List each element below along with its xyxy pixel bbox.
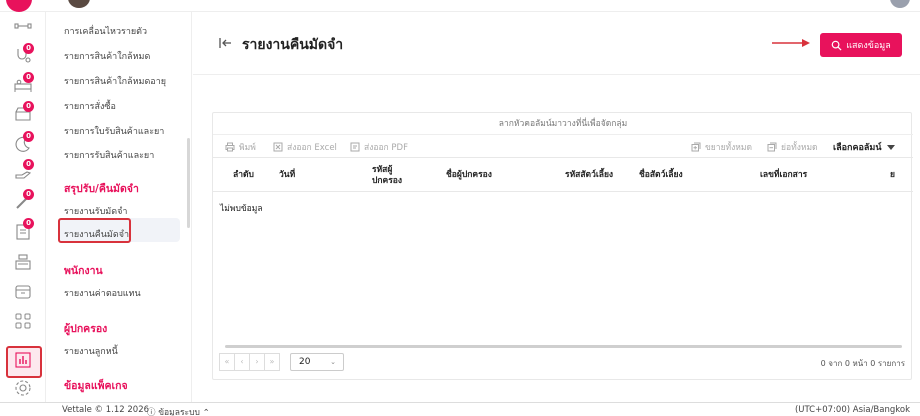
excel-icon: [273, 142, 283, 152]
last-page-button[interactable]: »: [264, 353, 280, 371]
notification-badge: 0: [23, 43, 34, 54]
export-pdf-button[interactable]: ส่งออก PDF: [350, 140, 408, 154]
col-owner-name[interactable]: ชื่อผู้ปกครอง: [446, 158, 546, 193]
menu-item[interactable]: รายการสินค้าใกล้หมด: [64, 49, 150, 63]
print-label: พิมพ์: [239, 143, 256, 153]
prev-page-button[interactable]: ‹: [234, 353, 250, 371]
grid-icon[interactable]: [13, 311, 33, 331]
column-chooser-label: เลือกคอลัมน์: [833, 143, 882, 153]
notification-badge: 0: [23, 159, 34, 170]
pager-buttons: « ‹ › »: [219, 353, 280, 371]
col-date[interactable]: วันที่: [279, 158, 339, 193]
annotation-arrow-icon: [772, 39, 810, 47]
menu-section-title: พนักงาน: [64, 265, 103, 277]
dumbbell-icon[interactable]: [13, 16, 33, 36]
show-data-label: แสดงข้อมูล: [846, 41, 891, 51]
menu-item[interactable]: รายการสินค้าใกล้หมดอายุ: [64, 74, 166, 88]
notification-badge: 0: [23, 101, 34, 112]
expand-all-label: ขยายทั้งหมด: [705, 143, 753, 153]
chart-icon[interactable]: [13, 350, 33, 370]
menu-item[interactable]: รายการรับสินค้าและยา: [64, 148, 154, 162]
col-pet-name[interactable]: ชื่อสัตว์เลี้ยง: [639, 158, 729, 193]
menu-section-title: ข้อมูลแพ็คเกจ: [64, 380, 128, 392]
vettale-heart-logo[interactable]: [6, 0, 32, 12]
expand-icon: [691, 142, 701, 152]
menu-item[interactable]: รายงานรับมัดจำ: [64, 204, 127, 218]
menu-item[interactable]: การเคลื่อนไหวรายตัว: [64, 24, 147, 38]
horizontal-scrollbar[interactable]: [225, 345, 902, 348]
export-pdf-label: ส่งออก PDF: [364, 143, 408, 153]
menu-item[interactable]: รายงานลูกหนี้: [64, 344, 118, 358]
collapse-all-button[interactable]: ย่อทั้งหมด: [767, 140, 818, 154]
collapse-icon: [767, 142, 777, 152]
report-menu: การเคลื่อนไหวรายตัวรายการสินค้าใกล้หมดรา…: [46, 12, 192, 402]
printer-icon: [225, 142, 235, 152]
table-header: ลำดับ วันที่ รหัสผู้ปกครอง ชื่อผู้ปกครอง…: [213, 157, 913, 192]
chevron-down-icon: ⌄: [330, 358, 336, 366]
export-excel-button[interactable]: ส่งออก Excel: [273, 140, 337, 154]
notification-badge: 0: [23, 131, 34, 142]
system-info-label: ข้อมูลระบบ: [158, 408, 200, 416]
column-chooser-dropdown[interactable]: เลือกคอลัมน์: [833, 140, 896, 154]
notification-badge: 0: [23, 218, 34, 229]
expand-all-button[interactable]: ขยายทั้งหมด: [691, 140, 752, 154]
col-seq[interactable]: ลำดับ: [233, 158, 273, 193]
menu-section-title: สรุปรับ/คืนมัดจำ: [64, 183, 139, 195]
col-truncated[interactable]: ย: [890, 158, 910, 193]
version-text: Vettale © 1.12 2026: [62, 405, 150, 415]
footer: Vettale © 1.12 2026 ⓘ ข้อมูลระบบ ⌃ (UTC+…: [0, 402, 920, 416]
menu-item[interactable]: รายงานคืนมัดจำ: [64, 227, 129, 241]
next-page-button[interactable]: ›: [249, 353, 265, 371]
gear-icon[interactable]: [13, 378, 33, 398]
show-data-button[interactable]: แสดงข้อมูล: [820, 33, 902, 57]
caret-down-icon: [887, 144, 896, 150]
page-title: รายงานคืนมัดจำ: [242, 37, 344, 53]
page-size-value: 20: [299, 357, 311, 367]
header-divider: [193, 74, 920, 75]
page-size-select[interactable]: 20 ⌄: [290, 353, 344, 371]
col-owner-code[interactable]: รหัสผู้ปกครอง: [372, 158, 414, 193]
menu-item[interactable]: รายการใบรับสินค้าและยา: [64, 124, 164, 138]
collapse-sidebar-icon[interactable]: [218, 36, 232, 50]
menu-item[interactable]: รายการสั่งซื้อ: [64, 99, 116, 113]
search-icon: [831, 40, 842, 51]
export-excel-label: ส่งออก Excel: [287, 143, 337, 153]
notification-badge: 0: [23, 189, 34, 200]
grid-toolbar: พิมพ์ ส่งออก Excel ส่งออก PDF ขยายทั้งหม…: [213, 135, 913, 157]
timezone-text: (UTC+07:00) Asia/Bangkok: [794, 405, 910, 415]
empty-message: ไม่พบข้อมูล: [220, 204, 263, 214]
box-icon[interactable]: [13, 281, 33, 301]
first-page-button[interactable]: «: [219, 353, 235, 371]
col-pet-code[interactable]: รหัสสัตว์เลี้ยง: [565, 158, 635, 193]
group-panel-hint[interactable]: ลากหัวคอลัมน์มาวางที่นี่เพื่อจัดกลุ่ม: [213, 113, 913, 135]
menu-section-title: ผู้ปกครอง: [64, 323, 108, 335]
menu-scrollbar[interactable]: [187, 138, 190, 228]
top-bar: [0, 0, 920, 12]
profile-button[interactable]: [890, 0, 910, 8]
chevron-up-icon: ⌃: [202, 408, 210, 416]
notification-badge: 0: [23, 72, 34, 83]
user-avatar[interactable]: [68, 0, 90, 8]
register-icon[interactable]: [13, 252, 33, 272]
menu-item[interactable]: รายงานค่าตอบแทน: [64, 286, 141, 300]
system-info-link[interactable]: ⓘ ข้อมูลระบบ ⌃: [147, 405, 210, 416]
icon-rail: 0 0 0 0 0 0 0: [0, 12, 46, 402]
report-grid: ลากหัวคอลัมน์มาวางที่นี่เพื่อจัดกลุ่ม พิ…: [212, 112, 913, 380]
pdf-icon: [350, 142, 360, 152]
collapse-all-label: ย่อทั้งหมด: [781, 143, 818, 153]
col-document-no[interactable]: เลขที่เอกสาร: [760, 158, 870, 193]
info-icon: ⓘ: [147, 408, 156, 416]
print-button[interactable]: พิมพ์: [225, 140, 256, 154]
page-info: 0 จาก 0 หน้า 0 รายการ: [820, 359, 905, 368]
